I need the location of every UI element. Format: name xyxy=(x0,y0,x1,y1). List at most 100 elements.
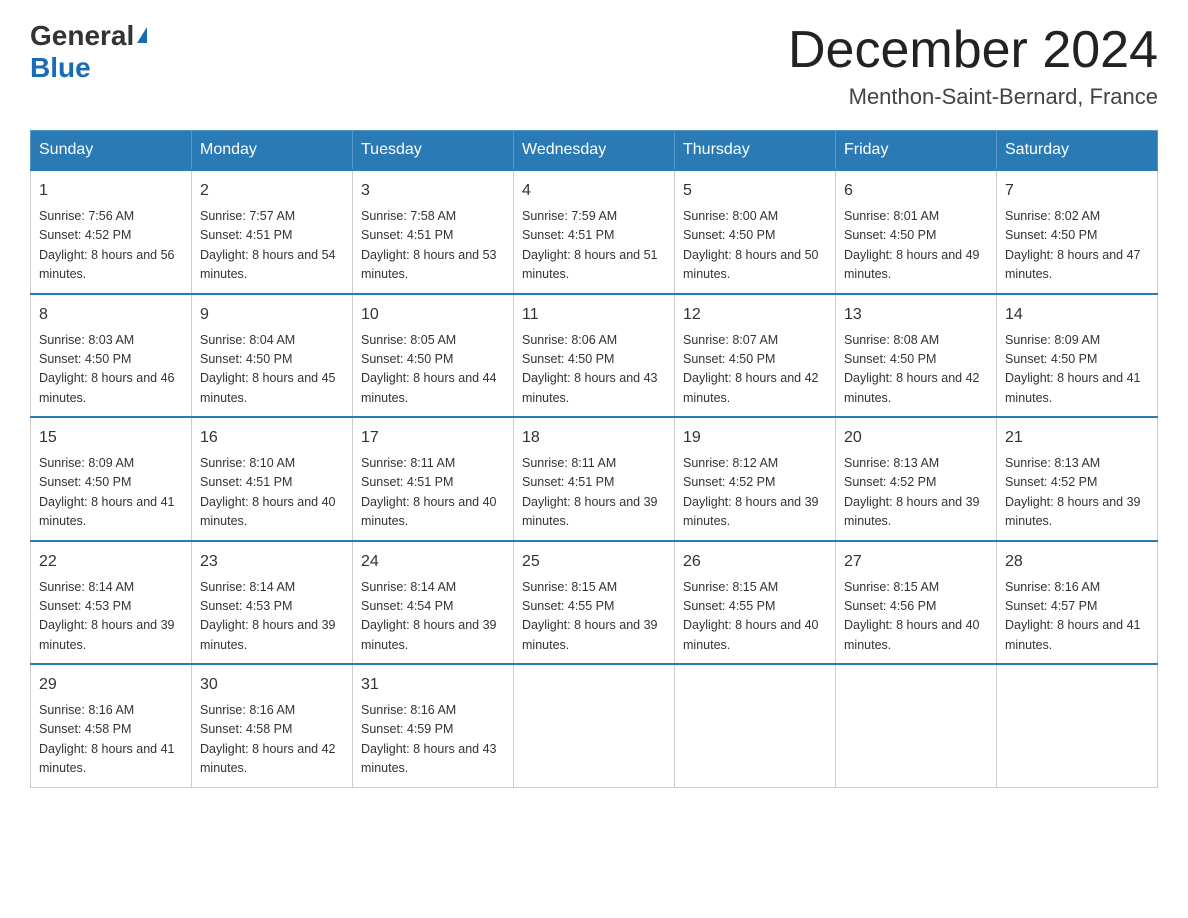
calendar-day-cell: 22 Sunrise: 8:14 AMSunset: 4:53 PMDayligh… xyxy=(31,541,192,665)
calendar-day-cell: 13Sunrise: 8:08 AMSunset: 4:50 PMDayligh… xyxy=(836,294,997,418)
day-info: Sunrise: 8:13 AMSunset: 4:52 PMDaylight:… xyxy=(1005,454,1149,532)
calendar-day-cell: 14 Sunrise: 8:09 AMSunset: 4:50 PMDayligh… xyxy=(997,294,1158,418)
day-info: Sunrise: 7:56 AMSunset: 4:52 PMDaylight:… xyxy=(39,207,183,285)
calendar-day-cell: 9 Sunrise: 8:04 AMSunset: 4:50 PMDaylight… xyxy=(192,294,353,418)
day-number: 13 xyxy=(844,303,988,327)
calendar-day-cell: 24Sunrise: 8:14 AMSunset: 4:54 PMDayligh… xyxy=(353,541,514,665)
day-number: 29 xyxy=(39,673,183,697)
day-info: Sunrise: 8:02 AMSunset: 4:50 PMDaylight:… xyxy=(1005,207,1149,285)
day-number: 11 xyxy=(522,303,666,327)
day-info: Sunrise: 8:07 AMSunset: 4:50 PMDaylight:… xyxy=(683,331,827,409)
day-number: 24 xyxy=(361,550,505,574)
day-info: Sunrise: 7:57 AMSunset: 4:51 PMDaylight:… xyxy=(200,207,344,285)
day-number: 5 xyxy=(683,179,827,203)
calendar-day-cell: 27Sunrise: 8:15 AMSunset: 4:56 PMDayligh… xyxy=(836,541,997,665)
day-info: Sunrise: 7:59 AMSunset: 4:51 PMDaylight:… xyxy=(522,207,666,285)
day-info: Sunrise: 8:16 AMSunset: 4:58 PMDaylight:… xyxy=(39,701,183,779)
day-info: Sunrise: 8:04 AMSunset: 4:50 PMDaylight:… xyxy=(200,331,344,409)
calendar-day-cell xyxy=(675,664,836,787)
day-info: Sunrise: 8:13 AMSunset: 4:52 PMDaylight:… xyxy=(844,454,988,532)
day-info: Sunrise: 7:58 AMSunset: 4:51 PMDaylight:… xyxy=(361,207,505,285)
day-number: 17 xyxy=(361,426,505,450)
day-number: 26 xyxy=(683,550,827,574)
day-info: Sunrise: 8:16 AMSunset: 4:58 PMDaylight:… xyxy=(200,701,344,779)
day-info: Sunrise: 8:12 AMSunset: 4:52 PMDaylight:… xyxy=(683,454,827,532)
calendar-header-row: Sunday Monday Tuesday Wednesday Thursday… xyxy=(31,131,1158,171)
logo-general-text: General xyxy=(30,20,134,52)
day-number: 16 xyxy=(200,426,344,450)
calendar-day-cell: 18 Sunrise: 8:11 AMSunset: 4:51 PMDayligh… xyxy=(514,417,675,541)
day-number: 15 xyxy=(39,426,183,450)
calendar-day-cell: 8Sunrise: 8:03 AMSunset: 4:50 PMDaylight… xyxy=(31,294,192,418)
day-info: Sunrise: 8:09 AMSunset: 4:50 PMDaylight:… xyxy=(1005,331,1149,409)
calendar-day-cell: 28 Sunrise: 8:16 AMSunset: 4:57 PMDayligh… xyxy=(997,541,1158,665)
day-number: 3 xyxy=(361,179,505,203)
col-monday: Monday xyxy=(192,131,353,171)
day-number: 21 xyxy=(1005,426,1149,450)
calendar-day-cell: 4 Sunrise: 7:59 AMSunset: 4:51 PMDaylight… xyxy=(514,170,675,294)
calendar-day-cell: 17Sunrise: 8:11 AMSunset: 4:51 PMDayligh… xyxy=(353,417,514,541)
day-number: 14 xyxy=(1005,303,1149,327)
calendar-day-cell: 16 Sunrise: 8:10 AMSunset: 4:51 PMDayligh… xyxy=(192,417,353,541)
logo: General Blue xyxy=(30,20,147,84)
col-thursday: Thursday xyxy=(675,131,836,171)
day-info: Sunrise: 8:05 AMSunset: 4:50 PMDaylight:… xyxy=(361,331,505,409)
calendar-day-cell: 29 Sunrise: 8:16 AMSunset: 4:58 PMDayligh… xyxy=(31,664,192,787)
calendar-day-cell: 15 Sunrise: 8:09 AMSunset: 4:50 PMDayligh… xyxy=(31,417,192,541)
day-info: Sunrise: 8:16 AMSunset: 4:57 PMDaylight:… xyxy=(1005,578,1149,656)
day-number: 22 xyxy=(39,550,183,574)
day-info: Sunrise: 8:15 AMSunset: 4:56 PMDaylight:… xyxy=(844,578,988,656)
calendar-day-cell: 19 Sunrise: 8:12 AMSunset: 4:52 PMDayligh… xyxy=(675,417,836,541)
day-number: 2 xyxy=(200,179,344,203)
day-info: Sunrise: 8:11 AMSunset: 4:51 PMDaylight:… xyxy=(522,454,666,532)
day-number: 12 xyxy=(683,303,827,327)
day-info: Sunrise: 8:10 AMSunset: 4:51 PMDaylight:… xyxy=(200,454,344,532)
calendar-day-cell: 26Sunrise: 8:15 AMSunset: 4:55 PMDayligh… xyxy=(675,541,836,665)
day-number: 18 xyxy=(522,426,666,450)
calendar-week-row: 15 Sunrise: 8:09 AMSunset: 4:50 PMDayligh… xyxy=(31,417,1158,541)
day-number: 10 xyxy=(361,303,505,327)
day-number: 28 xyxy=(1005,550,1149,574)
day-number: 30 xyxy=(200,673,344,697)
calendar-day-cell: 6Sunrise: 8:01 AMSunset: 4:50 PMDaylight… xyxy=(836,170,997,294)
day-info: Sunrise: 8:06 AMSunset: 4:50 PMDaylight:… xyxy=(522,331,666,409)
day-info: Sunrise: 8:09 AMSunset: 4:50 PMDaylight:… xyxy=(39,454,183,532)
day-info: Sunrise: 8:14 AMSunset: 4:53 PMDaylight:… xyxy=(200,578,344,656)
calendar-day-cell: 7 Sunrise: 8:02 AMSunset: 4:50 PMDaylight… xyxy=(997,170,1158,294)
day-number: 20 xyxy=(844,426,988,450)
calendar-day-cell: 12 Sunrise: 8:07 AMSunset: 4:50 PMDayligh… xyxy=(675,294,836,418)
calendar-day-cell: 23 Sunrise: 8:14 AMSunset: 4:53 PMDayligh… xyxy=(192,541,353,665)
logo-blue-text: Blue xyxy=(30,52,91,83)
day-number: 8 xyxy=(39,303,183,327)
day-number: 25 xyxy=(522,550,666,574)
calendar-day-cell: 5Sunrise: 8:00 AMSunset: 4:50 PMDaylight… xyxy=(675,170,836,294)
calendar-day-cell: 31Sunrise: 8:16 AMSunset: 4:59 PMDayligh… xyxy=(353,664,514,787)
calendar-subtitle: Menthon-Saint-Bernard, France xyxy=(788,84,1158,110)
day-number: 31 xyxy=(361,673,505,697)
col-sunday: Sunday xyxy=(31,131,192,171)
logo-triangle-icon xyxy=(137,27,147,43)
col-friday: Friday xyxy=(836,131,997,171)
col-tuesday: Tuesday xyxy=(353,131,514,171)
calendar-day-cell: 30 Sunrise: 8:16 AMSunset: 4:58 PMDayligh… xyxy=(192,664,353,787)
day-info: Sunrise: 8:01 AMSunset: 4:50 PMDaylight:… xyxy=(844,207,988,285)
day-number: 1 xyxy=(39,179,183,203)
calendar-day-cell: 2 Sunrise: 7:57 AMSunset: 4:51 PMDaylight… xyxy=(192,170,353,294)
title-section: December 2024 Menthon-Saint-Bernard, Fra… xyxy=(788,20,1158,110)
calendar-week-row: 29 Sunrise: 8:16 AMSunset: 4:58 PMDayligh… xyxy=(31,664,1158,787)
col-saturday: Saturday xyxy=(997,131,1158,171)
day-number: 23 xyxy=(200,550,344,574)
day-number: 7 xyxy=(1005,179,1149,203)
day-info: Sunrise: 8:15 AMSunset: 4:55 PMDaylight:… xyxy=(522,578,666,656)
calendar-table: Sunday Monday Tuesday Wednesday Thursday… xyxy=(30,130,1158,788)
day-number: 9 xyxy=(200,303,344,327)
calendar-day-cell: 3 Sunrise: 7:58 AMSunset: 4:51 PMDaylight… xyxy=(353,170,514,294)
calendar-day-cell: 20 Sunrise: 8:13 AMSunset: 4:52 PMDayligh… xyxy=(836,417,997,541)
day-number: 19 xyxy=(683,426,827,450)
calendar-day-cell xyxy=(836,664,997,787)
calendar-week-row: 8Sunrise: 8:03 AMSunset: 4:50 PMDaylight… xyxy=(31,294,1158,418)
day-number: 4 xyxy=(522,179,666,203)
col-wednesday: Wednesday xyxy=(514,131,675,171)
day-info: Sunrise: 8:14 AMSunset: 4:53 PMDaylight:… xyxy=(39,578,183,656)
calendar-week-row: 22 Sunrise: 8:14 AMSunset: 4:53 PMDayligh… xyxy=(31,541,1158,665)
